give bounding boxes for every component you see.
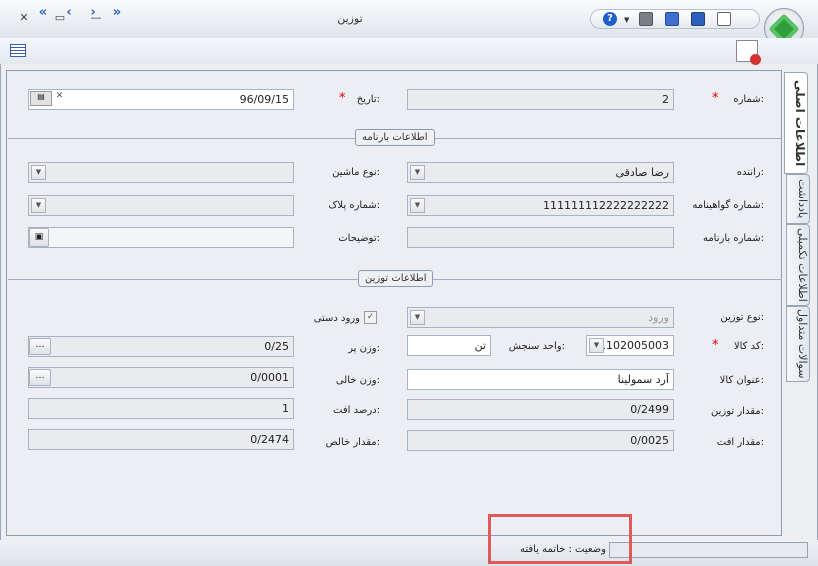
tab-main-info[interactable]: اطلاعات اصلی [784,72,808,174]
weighing-amount-field[interactable]: 0/2499 [407,399,674,420]
full-weight-label: وزن پر: [348,343,380,354]
loss-amount-label: مقدار افت: [716,437,764,448]
driver-dropdown-icon[interactable]: ▼ [410,165,425,180]
item-title-label: عنوان کالا: [719,375,764,386]
manual-entry-label: ورود دستی [313,313,360,324]
close-window-button[interactable]: ✕ [14,10,34,26]
previous-record-button[interactable]: ‹ [60,6,78,19]
number-label: شماره: [733,94,764,105]
highlight-box [488,514,632,564]
save-all-icon[interactable] [665,12,679,26]
vehicle-type-dropdown-icon[interactable]: ▼ [31,165,46,180]
net-amount-field[interactable]: 0/2474 [28,429,294,450]
empty-weight-label: وزن خالی: [335,375,380,386]
certificate-dropdown-icon[interactable]: ▼ [410,198,425,213]
status-progress-box [609,542,808,558]
loss-percent-field[interactable]: 1 [28,398,294,419]
calendar-icon[interactable]: ▤ [30,91,52,106]
required-marker: * [339,91,346,106]
plate-dropdown-icon[interactable]: ▼ [31,198,46,213]
description-field[interactable] [28,227,294,248]
navigation-toolbar [0,38,818,64]
certificate-field[interactable]: 111111112222222222 [407,195,674,216]
loss-percent-label: درصد افت: [333,405,380,416]
bill-number-label: شماره بارنامه: [702,233,764,244]
last-record-button[interactable]: » [108,6,126,19]
item-code-label: کد کالا: [733,341,764,352]
empty-weight-field[interactable]: 0/0001 [28,367,294,388]
empty-weight-more-button[interactable]: … [29,369,51,386]
close-form-icon[interactable] [736,40,761,65]
quick-access-toolbar: ? ▼ [590,9,760,29]
window-title: توزین [337,12,363,25]
next-record-button[interactable]: › [84,6,102,19]
date-field[interactable]: 96/09/15 [28,89,294,110]
weighing-type-label: نوع توزین: [720,312,764,323]
unit-field[interactable]: تن [407,335,491,356]
tab-notes[interactable]: یادداشت [786,174,810,224]
weighing-amount-label: مقدار توزین: [711,406,764,417]
save-description-icon[interactable]: ▣ [29,228,49,247]
loss-amount-field[interactable]: 0/0025 [407,430,674,451]
item-code-dropdown-icon[interactable]: ▼ [589,338,604,353]
vehicle-type-label: نوع ماشین: [332,167,380,178]
weighing-type-dropdown-icon[interactable]: ▼ [410,310,425,325]
save-icon[interactable] [691,12,705,26]
net-amount-label: مقدار خالص: [325,437,380,448]
unit-label: واحد سنجش: [508,341,565,352]
plate-field[interactable] [28,195,294,216]
weighing-group-title: اطلاعات توزین [358,270,434,287]
description-label: توضیحات: [338,233,380,244]
print-icon[interactable] [639,12,653,26]
weighing-type-field[interactable]: ورود [407,307,674,328]
tab-extra-info[interactable]: اطلاعات تکمیلی [786,224,810,306]
plate-label: شماره پلاک: [328,200,380,211]
certificate-label: شماره گواهینامه: [692,200,764,211]
vehicle-type-field[interactable] [28,162,294,183]
new-document-icon[interactable] [717,12,731,26]
clear-date-icon[interactable]: ✕ [53,91,66,106]
manual-entry-checkbox[interactable]: ✓ [364,311,377,324]
list-view-icon[interactable] [10,44,26,57]
bill-number-field[interactable] [407,227,674,248]
help-icon[interactable]: ? [603,12,617,26]
driver-field[interactable]: رضا صادقی [407,162,674,183]
tab-faq[interactable]: سوالات متداول [786,306,810,382]
required-marker: * [712,338,719,353]
required-marker: * [712,91,719,106]
bill-group-title: اطلاعات بارنامه [355,129,435,146]
full-weight-more-button[interactable]: … [29,338,51,355]
dropdown-arrow-icon[interactable]: ▼ [624,16,629,24]
driver-label: راننده: [736,167,764,178]
full-weight-field[interactable]: 0/25 [28,336,294,357]
first-record-button[interactable]: « [34,6,52,19]
item-title-field[interactable]: آرد سمولینا [407,369,674,390]
number-field[interactable]: 2 [407,89,674,110]
